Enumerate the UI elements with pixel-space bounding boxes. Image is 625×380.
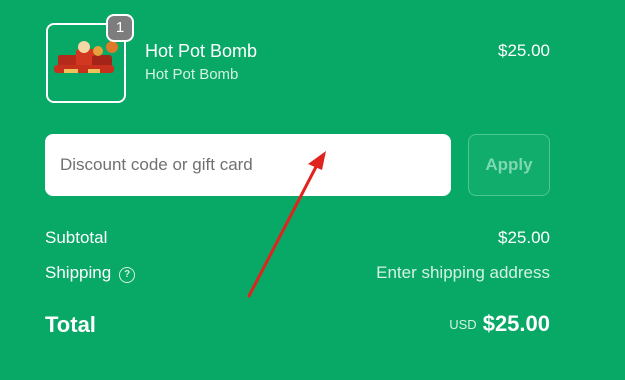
apply-discount-button[interactable]: Apply (468, 134, 550, 196)
total-label: Total (45, 312, 96, 337)
product-name: Hot Pot Bomb (145, 41, 258, 61)
subtotal-label: Subtotal (45, 228, 108, 247)
discount-code-input[interactable] (45, 134, 451, 196)
shipping-value: Enter shipping address (376, 263, 550, 282)
total-amount: $25.00 (482, 311, 550, 336)
question-circle-icon[interactable]: ? (119, 267, 136, 283)
total-price: USD $25.00 (449, 311, 550, 337)
shipping-row-label: Shipping? (45, 262, 136, 284)
shipping-label: Shipping (45, 263, 112, 282)
currency-code: USD (449, 317, 477, 332)
product-price: $25.00 (498, 41, 550, 60)
quantity-badge: 1 (106, 14, 134, 42)
subtotal-value: $25.00 (498, 228, 550, 247)
product-variant: Hot Pot Bomb (145, 66, 239, 83)
